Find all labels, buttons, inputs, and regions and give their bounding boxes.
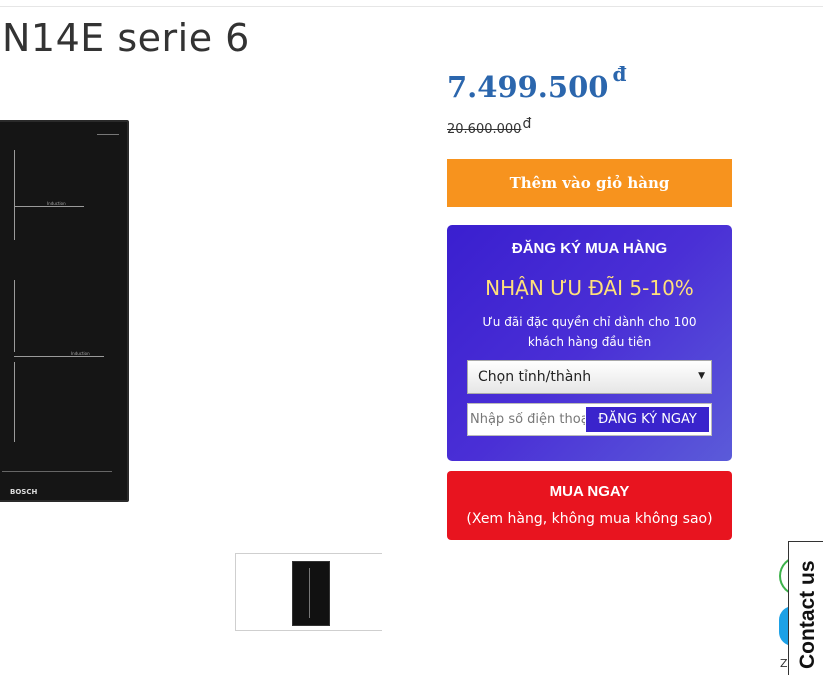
province-select-value: Chọn tỉnh/thành (478, 369, 592, 385)
cooktop-zone-line (14, 362, 15, 442)
price-currency: đ (612, 62, 627, 86)
dropdown-arrow-icon: ▼ (698, 371, 705, 381)
brand-logo: BOSCH (10, 488, 38, 496)
cooktop-zone-line (14, 206, 84, 207)
zone-label-bottom: Induction (71, 351, 90, 356)
zone-label-top: Induction (47, 201, 66, 206)
buy-now-subtitle: (Xem hàng, không mua không sao) (466, 511, 713, 527)
thumbnail-image (292, 561, 330, 626)
price-value: 7.499.500 (447, 70, 609, 104)
old-price-currency: đ (522, 116, 532, 132)
old-price-value: 20.600.000 (447, 122, 522, 137)
cooktop-control-strip (2, 471, 112, 472)
cooktop-zone-line (14, 280, 15, 352)
cooktop-zone-line (14, 356, 104, 357)
product-title: N14E serie 6 (2, 16, 250, 60)
register-form: ĐĂNG KÝ MUA HÀNG NHẬN ƯU ĐÃI 5-10% Ưu đã… (447, 225, 732, 461)
old-price: 20.600.000đ (447, 116, 531, 138)
province-select[interactable]: Chọn tỉnh/thành ▼ (467, 360, 712, 394)
contact-us-label: Contact us (796, 560, 819, 669)
buy-now-button[interactable]: MUA NGAY (Xem hàng, không mua không sao) (447, 471, 732, 540)
add-to-cart-button[interactable]: Thêm vào giỏ hàng (447, 159, 732, 207)
register-submit-button[interactable]: ĐĂNG KÝ NGAY (585, 406, 710, 433)
product-main-image[interactable]: Induction Induction BOSCH (0, 120, 129, 502)
cooktop-zone-line (14, 150, 15, 240)
phone-row: ĐĂNG KÝ NGAY (467, 403, 712, 436)
cooktop-logo-mark (97, 134, 119, 149)
product-thumbnail[interactable] (235, 553, 382, 631)
register-description: Ưu đãi đặc quyền chỉ dành cho 100 khách … (482, 315, 697, 349)
buy-now-title: MUA NGAY (549, 483, 630, 500)
register-offer: NHẬN ƯU ĐÃI 5-10% (485, 276, 694, 300)
contact-us-tab[interactable]: Contact us (788, 541, 823, 675)
current-price: 7.499.500 đ (447, 62, 626, 104)
top-divider (0, 6, 823, 7)
register-title: ĐĂNG KÝ MUA HÀNG (511, 240, 668, 257)
phone-input[interactable] (469, 405, 588, 434)
